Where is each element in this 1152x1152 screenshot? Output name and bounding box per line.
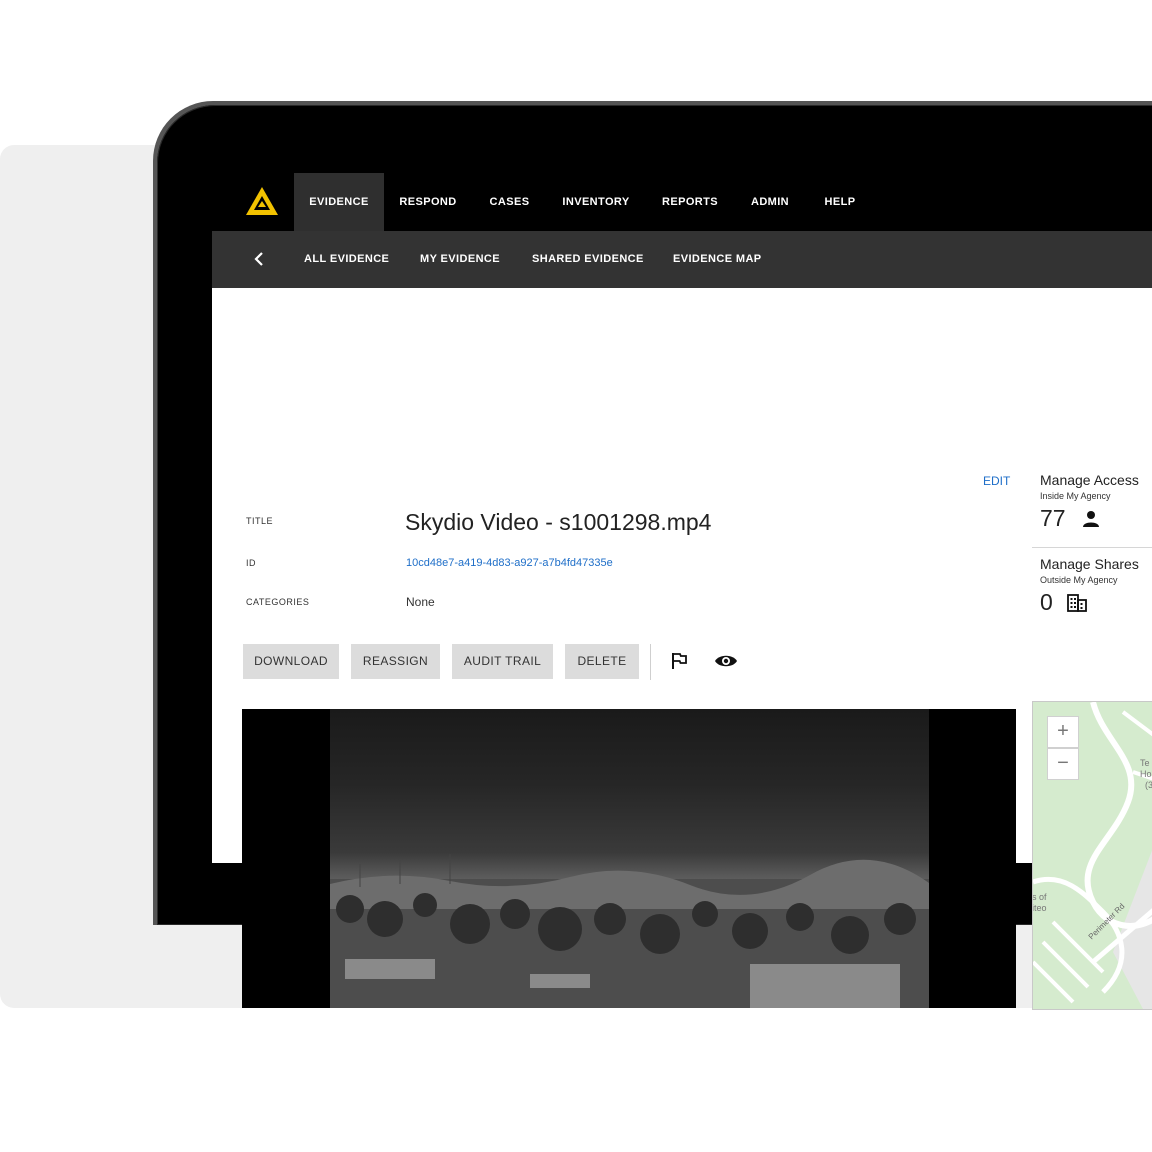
chevron-left-icon[interactable] (248, 247, 270, 271)
map-label-4: iteo (1032, 903, 1047, 913)
map-label-0: Te (1140, 758, 1150, 768)
video-frame (330, 709, 929, 1008)
manage-shares-title[interactable]: Manage Shares (1040, 556, 1152, 572)
manage-access-title[interactable]: Manage Access (1040, 472, 1152, 488)
download-button[interactable]: DOWNLOAD (243, 644, 339, 679)
id-label: ID (246, 558, 256, 568)
building-icon (1066, 593, 1087, 612)
access-count: 77 (1040, 505, 1066, 531)
tab-admin[interactable]: ADMIN (745, 173, 795, 231)
subnav-shared-evidence[interactable]: SHARED EVIDENCE (532, 231, 644, 288)
person-icon (1082, 510, 1099, 527)
map-label-west: s of iteo (1032, 892, 1047, 914)
flag-icon[interactable] (670, 651, 690, 671)
manage-shares-subtitle: Outside My Agency (1040, 575, 1118, 585)
map-label-3: s of (1032, 892, 1047, 902)
subnav-my-evidence[interactable]: MY EVIDENCE (420, 231, 500, 288)
video-player[interactable] (242, 709, 1016, 1008)
map-label-1: Ho (1140, 769, 1152, 779)
eye-icon[interactable] (714, 651, 738, 671)
evidence-title: Skydio Video - s1001298.mp4 (405, 509, 712, 535)
edit-button[interactable]: EDIT (983, 474, 1010, 488)
title-label: TITLE (246, 516, 274, 526)
top-nav: EVIDENCE RESPOND CASES INVENTORY REPORTS… (212, 173, 1152, 231)
zoom-in-button[interactable]: + (1047, 716, 1079, 748)
map-label-te: Te Ho (3 (1140, 758, 1152, 791)
categories-value: None (406, 595, 435, 609)
manage-access-card[interactable]: Manage Access Inside My Agency 77 (1040, 472, 1152, 532)
audit-trail-button[interactable]: AUDIT TRAIL (452, 644, 553, 679)
tab-evidence[interactable]: EVIDENCE (294, 173, 384, 231)
map-label-2: (3 (1145, 780, 1152, 790)
tab-cases[interactable]: CASES (482, 173, 537, 231)
reassign-button[interactable]: REASSIGN (351, 644, 440, 679)
evidence-map[interactable]: + − Te Ho (3 s of iteo Perimeter Rd (1032, 701, 1152, 1010)
categories-label: CATEGORIES (246, 597, 310, 607)
zoom-out-button[interactable]: − (1047, 748, 1079, 780)
sub-nav: ALL EVIDENCE MY EVIDENCE SHARED EVIDENCE… (212, 231, 1152, 288)
subnav-evidence-map[interactable]: EVIDENCE MAP (673, 231, 762, 288)
access-divider (1032, 547, 1152, 548)
evidence-id-link[interactable]: 10cd48e7-a419-4d83-a927-a7b4fd47335e (406, 557, 613, 569)
thermal-landscape (330, 854, 929, 1008)
tab-inventory[interactable]: INVENTORY (558, 173, 634, 231)
tab-help[interactable]: HELP (819, 173, 861, 231)
app-logo-icon[interactable] (245, 185, 279, 219)
tab-respond[interactable]: RESPOND (395, 173, 461, 231)
delete-button[interactable]: DELETE (565, 644, 639, 679)
tab-reports[interactable]: REPORTS (658, 173, 722, 231)
manage-shares-card[interactable]: Manage Shares Outside My Agency 0 (1040, 556, 1152, 616)
subnav-all-evidence[interactable]: ALL EVIDENCE (304, 231, 389, 288)
manage-access-subtitle: Inside My Agency (1040, 491, 1111, 501)
shares-count: 0 (1040, 589, 1053, 615)
action-divider (650, 644, 651, 680)
